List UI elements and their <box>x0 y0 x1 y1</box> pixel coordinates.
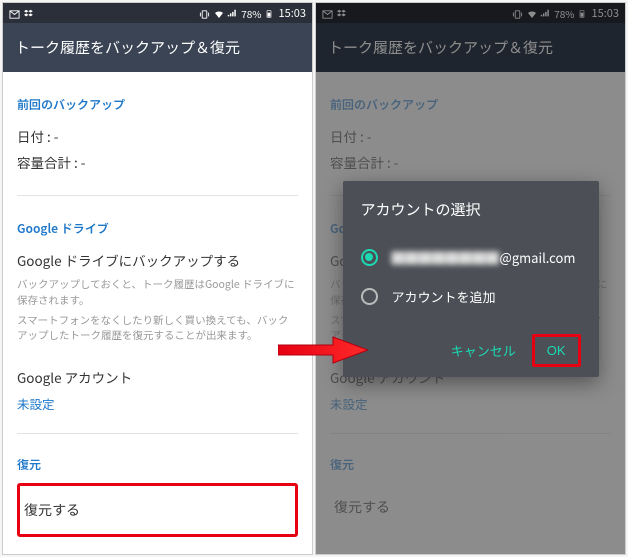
battery-icon <box>265 8 276 19</box>
section-restore: 復元 <box>17 456 298 473</box>
account-email-domain: @gmail.com <box>500 248 576 267</box>
radio-selected-icon <box>361 249 378 266</box>
gdrive-desc2: スマートフォンをなくしたり新しく買い換えても、バックアップしたトーク履歴を復元す… <box>17 313 298 345</box>
gdrive-backup-row[interactable]: Google ドライブにバックアップする <box>17 247 298 273</box>
last-backup-date: 日付 : - <box>17 123 298 149</box>
ok-button[interactable]: OK <box>532 334 581 367</box>
gaccount-label[interactable]: Google アカウント <box>17 364 298 390</box>
gdrive-desc1: バックアップしておくと、トーク履歴はGoogle ドライブに保存されます。 <box>17 277 298 309</box>
divider <box>17 195 298 196</box>
account-add-label: アカウントを追加 <box>392 287 496 306</box>
account-email-hidden: ████████ <box>392 248 500 267</box>
gaccount-value[interactable]: 未設定 <box>17 394 298 413</box>
phone-left: 78% 15:03 トーク履歴をバックアップ＆復元 前回のバックアップ 日付 :… <box>2 2 313 555</box>
account-option-existing[interactable]: ████████@gmail.com <box>361 238 581 277</box>
cancel-button[interactable]: キャンセル <box>441 335 526 366</box>
divider <box>17 433 298 434</box>
phone-right: 78% 15:03 トーク履歴をバックアップ＆復元 前回のバックアップ 日付 :… <box>315 2 626 555</box>
app-bar: トーク履歴をバックアップ＆復元 <box>3 23 312 72</box>
radio-unselected-icon <box>361 288 378 305</box>
dialog-overlay[interactable]: アカウントの選択 ████████@gmail.com アカウントを追加 キャン… <box>316 3 625 554</box>
mail-icon <box>9 8 20 19</box>
status-bar: 78% 15:03 <box>3 3 312 23</box>
last-backup-size: 容量合計 : - <box>17 149 298 175</box>
vibrate-icon <box>199 8 210 19</box>
account-option-add[interactable]: アカウントを追加 <box>361 277 581 316</box>
section-last-backup: 前回のバックアップ <box>17 96 298 113</box>
dialog-title: アカウントの選択 <box>361 199 581 220</box>
account-select-dialog: アカウントの選択 ████████@gmail.com アカウントを追加 キャン… <box>343 181 599 377</box>
restore-button[interactable]: 復元する <box>17 483 298 537</box>
dropbox-icon <box>24 8 35 19</box>
section-gdrive: Google ドライブ <box>17 220 298 237</box>
battery-percent: 78% <box>241 6 261 21</box>
signal-icon <box>227 8 238 19</box>
clock-text: 15:03 <box>279 5 306 21</box>
wifi-icon <box>213 8 224 19</box>
page-title: トーク履歴をバックアップ＆復元 <box>15 37 240 58</box>
